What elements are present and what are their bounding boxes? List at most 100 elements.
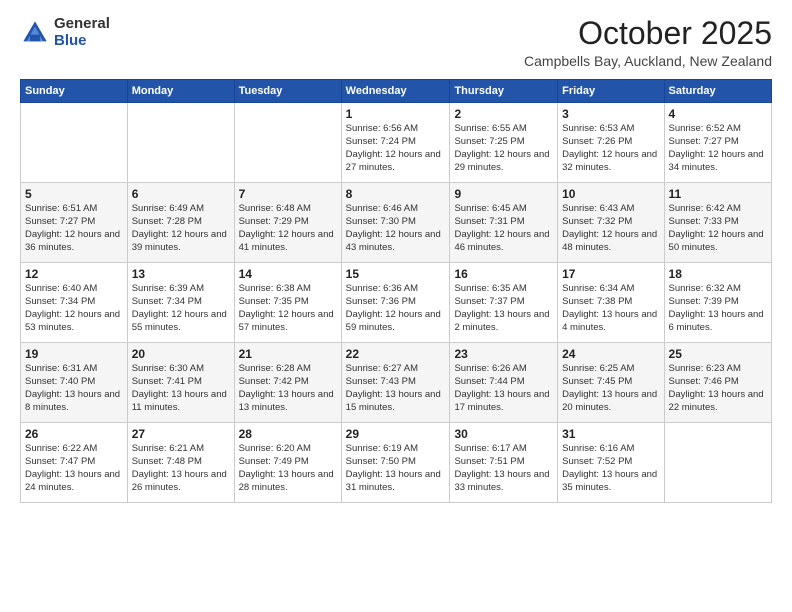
logo-icon bbox=[20, 18, 50, 48]
day-detail: Sunrise: 6:42 AMSunset: 7:33 PMDaylight:… bbox=[669, 203, 764, 252]
day-detail: Sunrise: 6:40 AMSunset: 7:34 PMDaylight:… bbox=[25, 283, 120, 332]
day-detail: Sunrise: 6:43 AMSunset: 7:32 PMDaylight:… bbox=[562, 203, 657, 252]
day-number: 30 bbox=[454, 427, 553, 441]
calendar-week-row: 12Sunrise: 6:40 AMSunset: 7:34 PMDayligh… bbox=[21, 263, 772, 343]
day-number: 15 bbox=[346, 267, 446, 281]
calendar-week-row: 26Sunrise: 6:22 AMSunset: 7:47 PMDayligh… bbox=[21, 423, 772, 503]
day-detail: Sunrise: 6:22 AMSunset: 7:47 PMDaylight:… bbox=[25, 443, 120, 492]
table-row: 11 Sunrise: 6:42 AMSunset: 7:33 PMDayligh… bbox=[664, 183, 771, 263]
day-detail: Sunrise: 6:53 AMSunset: 7:26 PMDaylight:… bbox=[562, 123, 657, 172]
day-number: 19 bbox=[25, 347, 123, 361]
day-number: 11 bbox=[669, 187, 767, 201]
col-tuesday: Tuesday bbox=[234, 80, 341, 103]
table-row: 23 Sunrise: 6:26 AMSunset: 7:44 PMDayligh… bbox=[450, 343, 558, 423]
table-row: 1Sunrise: 6:56 AMSunset: 7:24 PMDaylight… bbox=[341, 103, 450, 183]
day-detail: Sunrise: 6:48 AMSunset: 7:29 PMDaylight:… bbox=[239, 203, 334, 252]
table-row: 9 Sunrise: 6:45 AMSunset: 7:31 PMDaylight… bbox=[450, 183, 558, 263]
day-number: 6 bbox=[132, 187, 230, 201]
day-detail: Sunrise: 6:51 AMSunset: 7:27 PMDaylight:… bbox=[25, 203, 120, 252]
day-detail: Sunrise: 6:55 AMSunset: 7:25 PMDaylight:… bbox=[454, 123, 549, 172]
table-row: 30 Sunrise: 6:17 AMSunset: 7:51 PMDayligh… bbox=[450, 423, 558, 503]
day-detail: Sunrise: 6:30 AMSunset: 7:41 PMDaylight:… bbox=[132, 363, 227, 412]
table-row: 27 Sunrise: 6:21 AMSunset: 7:48 PMDayligh… bbox=[127, 423, 234, 503]
day-detail: Sunrise: 6:16 AMSunset: 7:52 PMDaylight:… bbox=[562, 443, 657, 492]
table-row: 4Sunrise: 6:52 AMSunset: 7:27 PMDaylight… bbox=[664, 103, 771, 183]
day-detail: Sunrise: 6:52 AMSunset: 7:27 PMDaylight:… bbox=[669, 123, 764, 172]
table-row: 6 Sunrise: 6:49 AMSunset: 7:28 PMDaylight… bbox=[127, 183, 234, 263]
table-row bbox=[234, 103, 341, 183]
day-detail: Sunrise: 6:35 AMSunset: 7:37 PMDaylight:… bbox=[454, 283, 549, 332]
logo: General Blue bbox=[20, 16, 110, 49]
day-number: 23 bbox=[454, 347, 553, 361]
table-row: 2 Sunrise: 6:55 AMSunset: 7:25 PMDaylight… bbox=[450, 103, 558, 183]
table-row bbox=[21, 103, 128, 183]
day-number: 22 bbox=[346, 347, 446, 361]
col-sunday: Sunday bbox=[21, 80, 128, 103]
day-number: 1 bbox=[346, 107, 446, 121]
table-row: 24 Sunrise: 6:25 AMSunset: 7:45 PMDayligh… bbox=[558, 343, 664, 423]
col-monday: Monday bbox=[127, 80, 234, 103]
day-number: 29 bbox=[346, 427, 446, 441]
day-number: 5 bbox=[25, 187, 123, 201]
header: General Blue October 2025 Campbells Bay,… bbox=[20, 16, 772, 69]
day-detail: Sunrise: 6:39 AMSunset: 7:34 PMDaylight:… bbox=[132, 283, 227, 332]
page: General Blue October 2025 Campbells Bay,… bbox=[0, 0, 792, 612]
day-number: 17 bbox=[562, 267, 659, 281]
logo-blue: Blue bbox=[54, 33, 110, 50]
day-number: 24 bbox=[562, 347, 659, 361]
title-month: October 2025 bbox=[524, 16, 772, 51]
table-row: 13 Sunrise: 6:39 AMSunset: 7:34 PMDayligh… bbox=[127, 263, 234, 343]
day-number: 27 bbox=[132, 427, 230, 441]
table-row: 29 Sunrise: 6:19 AMSunset: 7:50 PMDayligh… bbox=[341, 423, 450, 503]
day-detail: Sunrise: 6:27 AMSunset: 7:43 PMDaylight:… bbox=[346, 363, 441, 412]
day-detail: Sunrise: 6:45 AMSunset: 7:31 PMDaylight:… bbox=[454, 203, 549, 252]
day-detail: Sunrise: 6:49 AMSunset: 7:28 PMDaylight:… bbox=[132, 203, 227, 252]
day-detail: Sunrise: 6:26 AMSunset: 7:44 PMDaylight:… bbox=[454, 363, 549, 412]
day-number: 13 bbox=[132, 267, 230, 281]
table-row: 25 Sunrise: 6:23 AMSunset: 7:46 PMDayligh… bbox=[664, 343, 771, 423]
day-detail: Sunrise: 6:25 AMSunset: 7:45 PMDaylight:… bbox=[562, 363, 657, 412]
table-row: 8Sunrise: 6:46 AMSunset: 7:30 PMDaylight… bbox=[341, 183, 450, 263]
day-number: 25 bbox=[669, 347, 767, 361]
day-number: 9 bbox=[454, 187, 553, 201]
day-detail: Sunrise: 6:21 AMSunset: 7:48 PMDaylight:… bbox=[132, 443, 227, 492]
day-number: 7 bbox=[239, 187, 337, 201]
day-number: 2 bbox=[454, 107, 553, 121]
calendar-week-row: 19 Sunrise: 6:31 AMSunset: 7:40 PMDayligh… bbox=[21, 343, 772, 423]
day-number: 21 bbox=[239, 347, 337, 361]
table-row: 22 Sunrise: 6:27 AMSunset: 7:43 PMDayligh… bbox=[341, 343, 450, 423]
day-number: 20 bbox=[132, 347, 230, 361]
table-row bbox=[127, 103, 234, 183]
table-row: 20 Sunrise: 6:30 AMSunset: 7:41 PMDayligh… bbox=[127, 343, 234, 423]
col-wednesday: Wednesday bbox=[341, 80, 450, 103]
day-number: 16 bbox=[454, 267, 553, 281]
col-thursday: Thursday bbox=[450, 80, 558, 103]
day-detail: Sunrise: 6:31 AMSunset: 7:40 PMDaylight:… bbox=[25, 363, 120, 412]
table-row: 15 Sunrise: 6:36 AMSunset: 7:36 PMDayligh… bbox=[341, 263, 450, 343]
day-detail: Sunrise: 6:23 AMSunset: 7:46 PMDaylight:… bbox=[669, 363, 764, 412]
day-number: 10 bbox=[562, 187, 659, 201]
day-number: 31 bbox=[562, 427, 659, 441]
calendar-week-row: 1Sunrise: 6:56 AMSunset: 7:24 PMDaylight… bbox=[21, 103, 772, 183]
table-row: 10 Sunrise: 6:43 AMSunset: 7:32 PMDayligh… bbox=[558, 183, 664, 263]
table-row: 26Sunrise: 6:22 AMSunset: 7:47 PMDayligh… bbox=[21, 423, 128, 503]
table-row: 19 Sunrise: 6:31 AMSunset: 7:40 PMDayligh… bbox=[21, 343, 128, 423]
day-detail: Sunrise: 6:17 AMSunset: 7:51 PMDaylight:… bbox=[454, 443, 549, 492]
day-detail: Sunrise: 6:28 AMSunset: 7:42 PMDaylight:… bbox=[239, 363, 334, 412]
logo-text: General Blue bbox=[54, 16, 110, 49]
col-friday: Friday bbox=[558, 80, 664, 103]
title-block: October 2025 Campbells Bay, Auckland, Ne… bbox=[524, 16, 772, 69]
table-row: 21 Sunrise: 6:28 AMSunset: 7:42 PMDayligh… bbox=[234, 343, 341, 423]
day-number: 28 bbox=[239, 427, 337, 441]
day-number: 3 bbox=[562, 107, 659, 121]
calendar-week-row: 5 Sunrise: 6:51 AMSunset: 7:27 PMDaylight… bbox=[21, 183, 772, 263]
day-detail: Sunrise: 6:46 AMSunset: 7:30 PMDaylight:… bbox=[346, 203, 441, 252]
day-detail: Sunrise: 6:19 AMSunset: 7:50 PMDaylight:… bbox=[346, 443, 441, 492]
day-number: 18 bbox=[669, 267, 767, 281]
table-row: 28 Sunrise: 6:20 AMSunset: 7:49 PMDayligh… bbox=[234, 423, 341, 503]
day-detail: Sunrise: 6:20 AMSunset: 7:49 PMDaylight:… bbox=[239, 443, 334, 492]
day-detail: Sunrise: 6:32 AMSunset: 7:39 PMDaylight:… bbox=[669, 283, 764, 332]
table-row bbox=[664, 423, 771, 503]
day-detail: Sunrise: 6:36 AMSunset: 7:36 PMDaylight:… bbox=[346, 283, 441, 332]
table-row: 14Sunrise: 6:38 AMSunset: 7:35 PMDayligh… bbox=[234, 263, 341, 343]
